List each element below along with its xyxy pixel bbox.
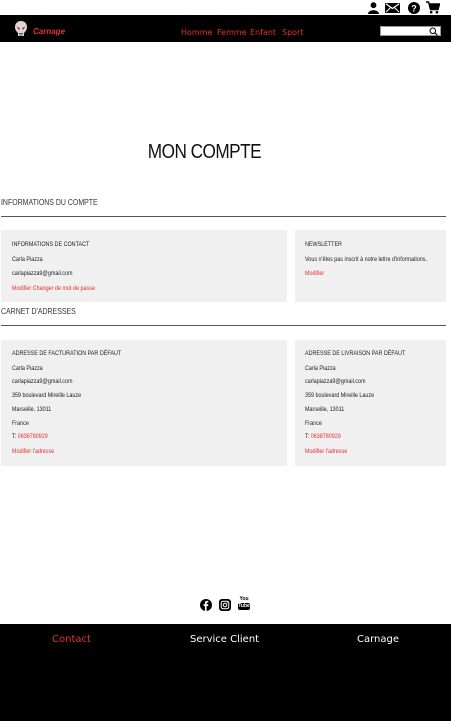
edit-newsletter-link[interactable]: Modifier — [305, 270, 324, 277]
contact-heading: INFORMATIONS DE CONTACT — [12, 241, 90, 248]
brand-logo-icon[interactable] — [14, 21, 28, 37]
address-book-title: CARNET D'ADRESSES — [1, 306, 76, 316]
search-box — [380, 26, 441, 36]
phone-label: T: — [12, 433, 17, 440]
shipping-name: Carla Piazza — [305, 365, 336, 372]
youtube-bottom-text: Tube — [238, 603, 250, 610]
section-divider — [1, 216, 446, 217]
shipping-address-box: ADRESSE DE LIVRAISON PAR DÉFAUT Carla Pi… — [295, 340, 446, 466]
billing-phone: T: 0638780929 — [12, 433, 48, 440]
contact-info-box: INFORMATIONS DE CONTACT Carla Piazza car… — [1, 230, 287, 302]
billing-phone-link[interactable]: 0638780929 — [18, 433, 48, 440]
footer-service-client-link[interactable]: Service Client — [190, 634, 259, 645]
main-header: Carnage Homme Femme Enfant Sport — [0, 15, 451, 42]
footer-carnage-link[interactable]: Carnage — [357, 634, 399, 645]
edit-billing-address-link[interactable]: Modifier l'adresse — [12, 448, 54, 455]
shipping-heading: ADRESSE DE LIVRAISON PAR DÉFAUT — [305, 350, 406, 357]
shipping-phone-link[interactable]: 0638780929 — [311, 433, 341, 440]
contact-name: Carla Piazza — [12, 256, 43, 263]
youtube-top-text: You — [239, 596, 249, 602]
billing-heading: ADRESSE DE FACTURATION PAR DÉFAUT — [12, 350, 122, 357]
section-divider — [1, 325, 446, 326]
phone-label: T: — [305, 433, 310, 440]
shipping-country: France — [305, 420, 322, 427]
nav-femme[interactable]: Femme — [217, 28, 247, 37]
shipping-phone: T: 0638780929 — [305, 433, 341, 440]
footer-contact-link[interactable]: Contact — [52, 634, 91, 645]
nav-enfant[interactable]: Enfant — [250, 28, 276, 37]
newsletter-status: Vous n'êtes pas inscrit à notre lettre d… — [305, 256, 427, 263]
cart-icon[interactable] — [426, 1, 440, 14]
instagram-icon[interactable] — [219, 598, 231, 611]
nav-sport[interactable]: Sport — [282, 28, 303, 37]
billing-name: Carla Piazza — [12, 365, 43, 372]
newsletter-box: NEWSLETTER Vous n'êtes pas inscrit à not… — [295, 230, 446, 302]
shipping-street: 359 boulevard Mireille Lauze — [305, 392, 375, 399]
footer: Contact Service Client Carnage — [0, 624, 451, 721]
edit-contact-link[interactable]: Modifier — [12, 285, 31, 292]
brand-name[interactable]: Carnage — [33, 27, 65, 36]
billing-country: France — [12, 420, 29, 427]
user-icon[interactable] — [367, 1, 379, 14]
billing-city: Marseille, 13011 — [12, 406, 52, 413]
search-icon[interactable] — [429, 27, 438, 36]
help-icon[interactable]: ? — [408, 1, 420, 14]
page-title: MON COMPTE — [147, 141, 262, 163]
contact-email: carlapiazza9@gmail.com — [12, 270, 73, 277]
nav-homme[interactable]: Homme — [181, 28, 212, 37]
newsletter-heading: NEWSLETTER — [305, 241, 342, 248]
billing-address-box: ADRESSE DE FACTURATION PAR DÉFAUT Carla … — [1, 340, 287, 466]
shipping-email: carlapiazza9@gmail.com — [305, 378, 366, 385]
account-info-title: INFORMATIONS DU COMPTE — [1, 197, 98, 207]
change-password-link[interactable]: Changer de mot de passe — [33, 285, 95, 292]
utility-bar: ? — [0, 0, 451, 15]
search-input[interactable] — [383, 27, 429, 35]
youtube-icon[interactable]: You Tube — [238, 597, 250, 611]
billing-street: 359 boulevard Mireille Lauze — [12, 392, 82, 399]
edit-shipping-address-link[interactable]: Modifier l'adresse — [305, 448, 347, 455]
mail-icon[interactable] — [385, 1, 400, 14]
contact-links: Modifier Changer de mot de passe — [12, 285, 95, 292]
facebook-icon[interactable] — [200, 598, 212, 611]
svg-text:?: ? — [411, 3, 417, 13]
billing-email: carlapiazza9@gmail.com — [12, 378, 73, 385]
shipping-city: Marseille, 13011 — [305, 406, 345, 413]
